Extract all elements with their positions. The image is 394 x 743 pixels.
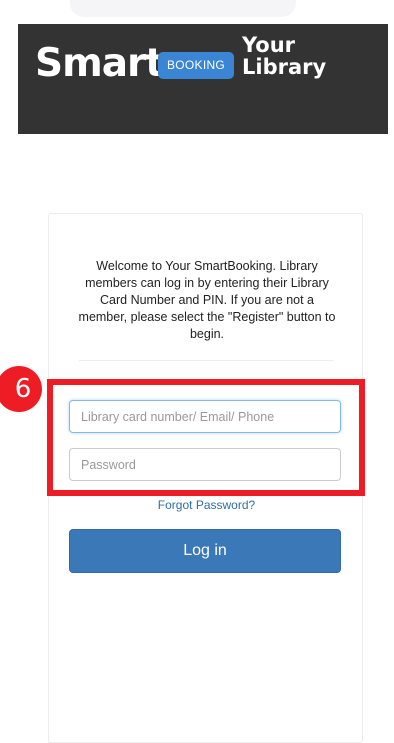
login-button[interactable]: Log in — [69, 529, 341, 573]
welcome-message: Welcome to Your SmartBooking. Library me… — [78, 259, 336, 341]
step-number-badge: 6 — [0, 366, 42, 412]
logo-smart-text: Smart — [35, 41, 164, 86]
divider — [79, 360, 334, 361]
annotation-highlight-box — [47, 379, 365, 496]
site-banner: Smart BOOKING Your Library — [18, 24, 388, 134]
forgot-password-link[interactable]: Forgot Password? — [49, 498, 364, 512]
top-bar-pill — [70, 0, 296, 17]
logo-your-library-text: Your Library — [242, 33, 327, 79]
logo-booking-badge: BOOKING — [158, 52, 234, 79]
